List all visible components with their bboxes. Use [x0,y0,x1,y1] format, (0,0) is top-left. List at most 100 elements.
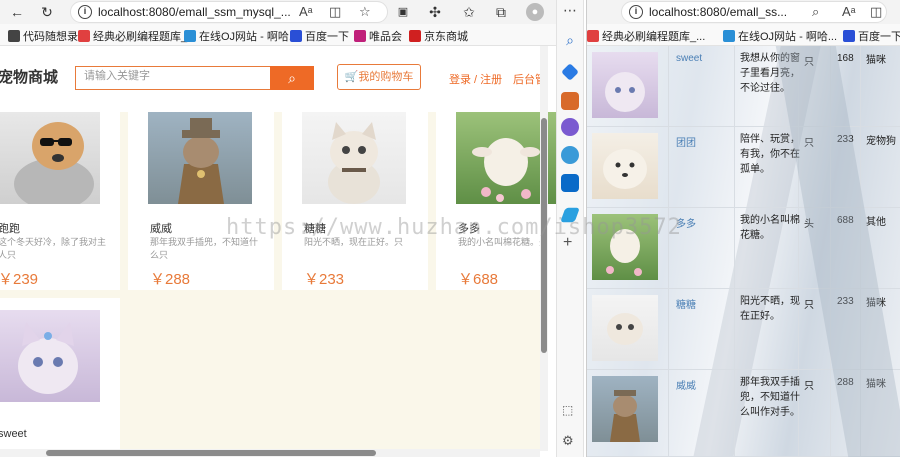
product-card[interactable]: sweet [0,298,120,457]
read-aloud-icon[interactable]: Aᵃ [299,4,313,19]
row-stock: 233 [837,296,854,307]
bookmark-icon [587,30,599,42]
zoom-icon[interactable]: ⌕ [812,4,819,20]
product-image[interactable] [148,112,252,204]
product-price: ￥688 [458,271,499,288]
favorite-star-icon[interactable]: ☆ [359,4,371,20]
bookmark-label: 代码随想录 [23,31,78,43]
row-unit: 只 [804,57,814,68]
site-info-icon[interactable]: i [78,5,92,19]
search-icon: ⌕ [288,70,296,86]
product-card[interactable]: 跑跑 这个冬天好冷，除了我对主人只 ￥239 [0,112,120,290]
row-type: 宠物狗 [866,136,896,147]
baidu-icon [290,30,302,42]
site-info-icon[interactable]: i [629,5,643,19]
row-name[interactable]: sweet [676,53,702,64]
search-input[interactable]: 请输入关键字 [75,66,270,90]
back-icon[interactable]: ← [8,3,26,21]
refresh-icon[interactable]: ↻ [38,3,56,21]
scrollbar-thumb[interactable] [46,450,376,456]
bookmark-label: 在线OJ网站 - 啊哈... [199,31,298,43]
bookmark-item[interactable]: 百度一下 [290,28,349,44]
table-cell [831,370,861,457]
vip-icon [354,30,366,42]
table-row: 糖糖 阳光不晒，现在正好。 只 233 猫咪 [587,289,900,370]
row-desc: 我的小名叫棉花糖。 [740,215,800,241]
left-url-text: localhost:8080/emall_ssm_mysql_... [98,5,291,19]
collections-icon[interactable]: ⧉ [492,3,510,21]
bookmark-item[interactable]: 京东商城 [409,28,468,44]
shop-logo[interactable]: 宠物商城 [0,66,58,87]
row-unit: 只 [804,138,814,149]
right-toolbar: i localhost:8080/emall_ss... ⌕ Aᵃ ◫ [587,0,900,24]
watermark-text: https://www.huzhan.com/ishop3572 [226,215,682,240]
split-screen-icon[interactable]: ◫ [329,4,341,20]
row-image [592,133,658,199]
left-address-bar[interactable]: i localhost:8080/emall_ssm_mysql_... Aᵃ … [70,1,388,23]
copilot-icon[interactable] [561,146,579,164]
bookmark-label: 京东商城 [424,31,468,43]
product-desc: 这个冬天好冷，除了我对主人只 [0,237,107,260]
product-name[interactable]: 跑跑 [0,220,20,236]
tag-icon[interactable] [561,63,579,81]
product-name[interactable]: 威威 [150,220,172,236]
settings-gear-icon[interactable]: ⚙ [562,433,574,449]
search-icon[interactable]: ⌕ [561,32,579,50]
bookmark-label: 经典必刷编程题库_... [602,31,706,43]
baidu-icon [843,30,855,42]
extension-icon[interactable]: ▣ [394,3,412,21]
product-card[interactable]: 威威 那年我双手插兜，不知道什么只 ￥288 [128,112,274,290]
left-toolbar: ← ↻ i localhost:8080/emall_ssm_mysql_...… [0,0,556,24]
row-desc: 我想从你的窗子里看月亮，不论过往。 [740,53,800,94]
product-image[interactable] [0,310,100,402]
horizontal-scrollbar[interactable] [0,449,540,457]
table-cell [799,46,831,127]
product-table: sweet 我想从你的窗子里看月亮，不论过往。 只 168 猫咪 团团 陪伴、玩… [587,46,900,457]
bookmark-icon [8,30,20,42]
bookmark-item[interactable]: 在线OJ网站 - 啊哈... [723,28,837,44]
product-name[interactable]: sweet [0,428,27,440]
product-image[interactable] [302,112,406,204]
puzzle-icon[interactable]: ✣ [426,3,444,21]
row-image [592,295,658,361]
row-unit: 头 [804,219,814,230]
game-icon[interactable] [561,118,579,136]
bookmark-icon [78,30,90,42]
bookmark-item[interactable]: 百度一下 [843,28,900,44]
bookmark-label: 经典必刷编程题库_... [93,31,197,43]
bookmark-label: 在线OJ网站 - 啊哈... [738,31,837,43]
product-card[interactable]: 多多 我的小名叫棉花糖。头 ￥688 [436,112,556,290]
right-address-bar[interactable]: i localhost:8080/emall_ss... ⌕ Aᵃ ◫ [621,1,887,23]
split-screen-icon[interactable]: ◫ [870,4,882,20]
row-type: 猫咪 [866,55,886,66]
toolbox-icon[interactable] [561,92,579,110]
profile-avatar-icon[interactable]: ● [526,3,544,21]
product-image[interactable] [0,112,100,204]
bookmark-item[interactable]: 经典必刷编程题库_... [78,28,196,44]
bookmark-item[interactable]: 代码随想录 [8,28,78,44]
bookmark-item[interactable]: 经典必刷编程题库_... [587,28,705,44]
vertical-scrollbar[interactable] [540,46,548,451]
read-aloud-icon[interactable]: Aᵃ [842,4,856,19]
row-name[interactable]: 威威 [676,377,696,392]
left-bookmarks-bar: 代码随想录 经典必刷编程题库_... 在线OJ网站 - 啊哈... 百度一下 唯… [0,24,556,46]
row-desc: 陪伴、玩赏，有我，你不在孤单。 [740,134,800,175]
product-price: ￥233 [304,271,345,288]
row-type: 其他 [866,217,886,228]
product-card[interactable]: 糖糖 阳光不晒，现在正好。只 ￥233 [282,112,428,290]
bookmark-item[interactable]: 唯品会 [354,28,402,44]
bookmark-item[interactable]: 在线OJ网站 - 啊哈... [184,28,298,44]
outlook-icon[interactable] [561,174,579,192]
table-cell [831,289,861,370]
login-register-link[interactable]: 登录 / 注册 [449,71,502,87]
more-menu-icon[interactable]: ⋯ [563,2,577,19]
cart-button[interactable]: 🛒我的购物车 [337,64,421,90]
favorites-icon[interactable]: ✩ [460,3,478,21]
table-cell [831,127,861,208]
bookmark-icon [184,30,196,42]
search-button[interactable]: ⌕ [270,66,314,90]
screenshot-icon[interactable]: ⬚ [562,403,573,417]
row-name[interactable]: 糖糖 [676,296,696,311]
bookmark-icon [723,30,735,42]
row-name[interactable]: 团团 [676,134,696,149]
